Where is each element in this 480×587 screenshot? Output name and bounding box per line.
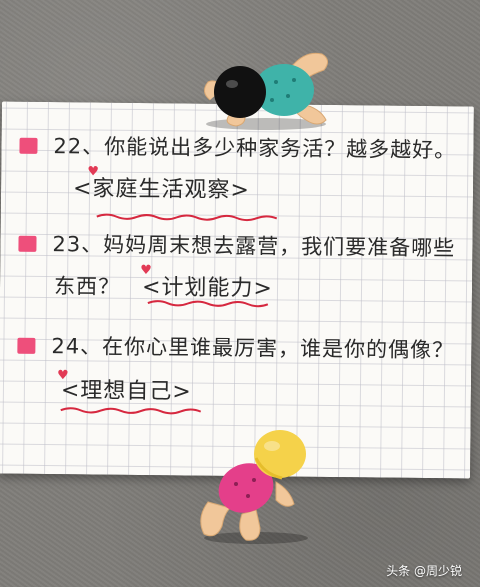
question-22: 22、你能说出多少种家务活？越多越好。 — [19, 132, 463, 165]
heart-icon: ♥ — [57, 368, 69, 384]
question-23-text-1: 23、妈妈周末想去露营，我们要准备哪些 — [52, 232, 456, 261]
watermark: 头条 @周少锐 — [386, 564, 462, 578]
wavy-underline-22 — [96, 213, 278, 222]
bullet-icon — [18, 235, 37, 252]
heart-icon: ♥ — [140, 262, 152, 279]
question-24-text: 24、在你心里谁最厉害，谁是你的偶像？ — [51, 334, 455, 363]
question-23-text-2: 东西？ — [53, 274, 121, 299]
wavy-underline-23 — [147, 300, 269, 308]
heart-icon: ♥ — [87, 164, 99, 180]
tag-24: <理想自己> — [60, 378, 192, 405]
clay-figure-top — [204, 52, 328, 130]
note-item-24: 24、在你心里谁最厉害，谁是你的偶像？ <理想自己> — [17, 332, 462, 411]
note-item-22: 22、你能说出多少种家务活？越多越好。 <家庭生活观察> — [19, 132, 464, 209]
tag-22: <家庭生活观察> — [72, 176, 251, 204]
note-item-23: 23、妈妈周末想去露营，我们要准备哪些 东西？ <计划能力> — [18, 230, 463, 307]
question-22-text: 22、你能说出多少种家务活？越多越好。 — [53, 134, 457, 163]
question-23-line1: 23、妈妈周末想去露营，我们要准备哪些 — [18, 230, 462, 263]
bullet-icon — [19, 137, 38, 154]
tag-23: <计划能力> — [141, 275, 274, 302]
bullet-icon — [17, 337, 36, 354]
question-24: 24、在你心里谁最厉害，谁是你的偶像？ — [17, 332, 461, 365]
clay-figure-bottom — [200, 430, 308, 544]
wavy-underline-24 — [60, 407, 202, 415]
